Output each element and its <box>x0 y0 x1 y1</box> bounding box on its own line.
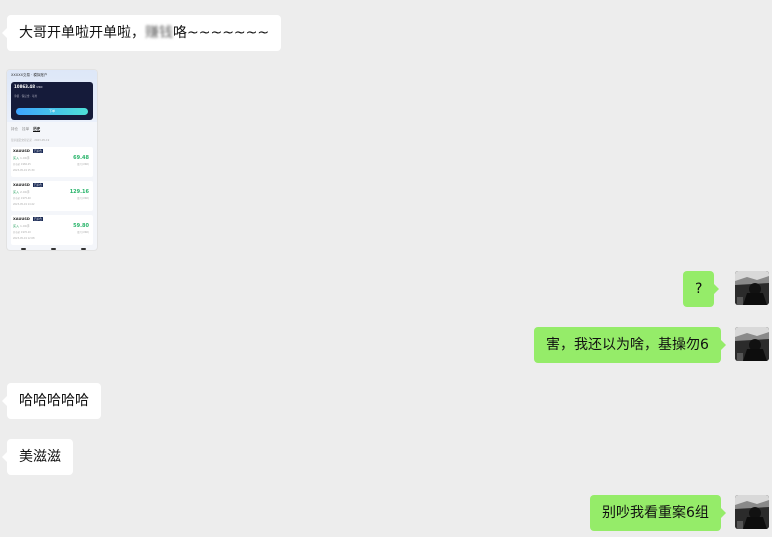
user-avatar-icon[interactable] <box>735 327 769 361</box>
thumb-header-title: XXXXX交易 · 模拟账户 <box>11 73 48 77</box>
order-pnl-label: 盈亏(USD) <box>77 231 89 234</box>
order-size: 1.00手 <box>19 224 30 228</box>
image-message-thumbnail[interactable]: XXXXX交易 · 模拟账户 10863.48 USD 净值 · 保证金 · 可… <box>7 70 97 250</box>
order-size: 1.00手 <box>19 156 30 160</box>
order-pnl: 129.16 <box>69 189 89 195</box>
order-symbol: XAUUSD <box>13 183 30 187</box>
thumb-home-indicator <box>7 247 97 250</box>
order-pnl: 59.80 <box>73 223 89 229</box>
order-size: 2.00手 <box>19 190 30 194</box>
tab-pending: 挂单 <box>22 127 30 131</box>
card-info: 净值 · 保证金 · 可用 <box>14 95 38 98</box>
avatar-image <box>735 327 769 361</box>
balance-unit: USD <box>36 86 43 89</box>
avatar-image <box>735 495 769 529</box>
order-side: 买入 <box>13 224 20 228</box>
message-text: ? <box>695 281 703 297</box>
order-time: 2023-05-19 15:30 <box>13 169 35 172</box>
order-button: 下单 <box>16 108 88 115</box>
order-time: 2023-05-19 14:22 <box>13 203 35 206</box>
order-symbol: XAUUSD <box>13 217 30 221</box>
order-tag: 已平仓 <box>33 217 43 221</box>
thumb-tabs: 持仓 挂单 历史 <box>11 127 41 132</box>
message-text-tail: 咯~~~~~~~ <box>173 25 270 41</box>
order-row: XAUUSD 已平仓 买入 1.00手 开仓价 1970.10 2023-05-… <box>11 215 93 245</box>
thumb-header: XXXXX交易 · 模拟账户 10863.48 USD 净值 · 保证金 · 可… <box>7 70 97 122</box>
chat-bubble-incoming[interactable]: 哈哈哈哈哈 <box>2 383 101 419</box>
balance: 10863.48 <box>14 84 36 89</box>
order-tag: 已平仓 <box>33 149 43 153</box>
order-open-price: 开仓价 1982.25 <box>13 163 31 166</box>
order-pnl-label: 盈亏(USD) <box>77 163 89 166</box>
blurred-text: 赚钱 <box>145 25 173 41</box>
message-text: 哈哈哈哈哈 <box>19 393 89 409</box>
order-side: 买入 <box>13 190 20 194</box>
order-row: XAUUSD 已平仓 买入 2.00手 开仓价 1975.40 2023-05-… <box>11 181 93 211</box>
message-text: 害，我还以为啥，基操勿6 <box>546 337 709 353</box>
order-open-price: 开仓价 1975.40 <box>13 197 31 200</box>
message-text: 大哥开单啦开单啦， <box>19 25 145 41</box>
tab-positions: 持仓 <box>11 127 18 131</box>
chat-bubble-incoming[interactable]: 美滋滋 <box>2 439 73 475</box>
message-text: 别吵我看重案6组 <box>602 505 709 521</box>
account-card: 10863.48 USD 净值 · 保证金 · 可用 下单 <box>11 82 93 120</box>
order-side: 买入 <box>13 156 20 160</box>
order-symbol: XAUUSD <box>13 149 30 153</box>
thumb-note: 显示最近交易记录 · 2023-05-19 <box>11 139 50 142</box>
tab-history: 历史 <box>33 127 41 132</box>
message-text: 美滋滋 <box>19 449 61 465</box>
chat-bubble-outgoing[interactable]: 别吵我看重案6组 <box>590 495 726 531</box>
avatar-image <box>735 271 769 305</box>
order-tag: 已平仓 <box>33 183 43 187</box>
order-pnl: 69.48 <box>73 155 89 161</box>
order-button-label: 下单 <box>48 109 55 113</box>
user-avatar-icon[interactable] <box>735 271 769 305</box>
chat-bubble-outgoing[interactable]: ? <box>683 271 720 307</box>
order-pnl-label: 盈亏(USD) <box>77 197 89 200</box>
user-avatar-icon[interactable] <box>735 495 769 529</box>
order-open-price: 开仓价 1970.10 <box>13 231 31 234</box>
order-time: 2023-05-19 12:08 <box>13 237 35 240</box>
order-row: XAUUSD 已平仓 买入 1.00手 开仓价 1982.25 2023-05-… <box>11 147 93 177</box>
chat-bubble-incoming[interactable]: 大哥开单啦开单啦，赚钱咯~~~~~~~ <box>1 15 282 51</box>
chat-bubble-outgoing[interactable]: 害，我还以为啥，基操勿6 <box>534 327 726 363</box>
